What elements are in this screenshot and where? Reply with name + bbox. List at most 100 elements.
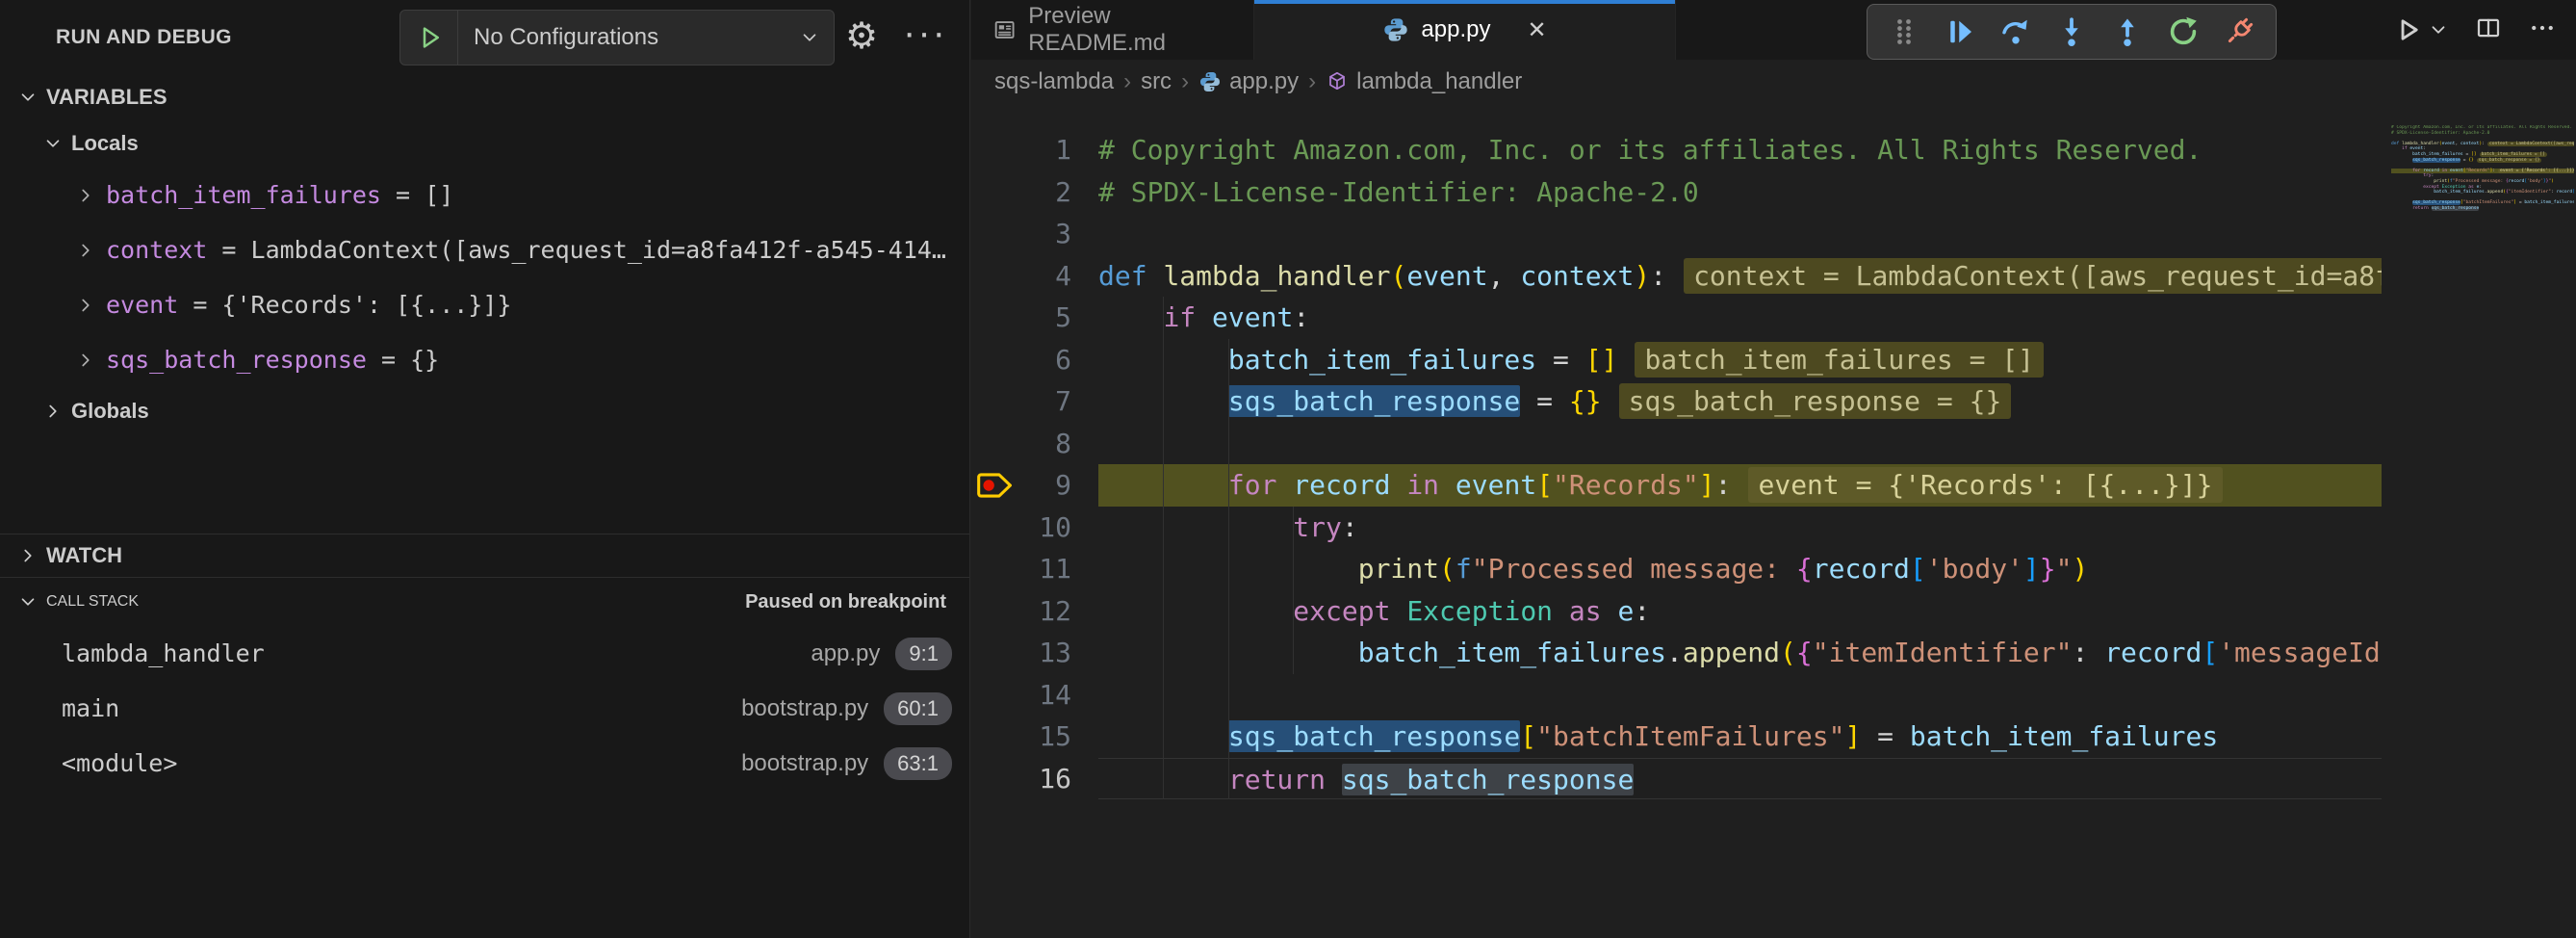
chevron-down-icon xyxy=(2428,19,2449,40)
inline-debug-value: sqs_batch_response = {} xyxy=(1619,383,2012,419)
line-number[interactable]: 16 xyxy=(971,758,1071,800)
watch-header-label: WATCH xyxy=(46,543,122,568)
locals-label: Locals xyxy=(71,131,139,156)
step-over-button[interactable] xyxy=(1993,9,2039,55)
code-line-16: 16 return sqs_batch_response xyxy=(971,758,2382,800)
variable-name: context xyxy=(106,236,207,264)
inline-debug-value: batch_item_failures = [] xyxy=(2480,152,2547,157)
code-line-10: 10 try: xyxy=(971,507,2382,549)
close-icon[interactable]: ✕ xyxy=(1527,16,1546,44)
call-stack-frame[interactable]: <module>bootstrap.py63:1 xyxy=(0,736,969,791)
inline-debug-value: batch_item_failures = [] xyxy=(1635,342,2044,378)
line-number[interactable]: 5 xyxy=(971,297,1071,339)
tab-bar: Preview README.md app.py ✕ xyxy=(971,0,2576,60)
frame-position-badge: 9:1 xyxy=(895,638,952,670)
breadcrumb-item-lambda-handler[interactable]: lambda_handler xyxy=(1326,68,1522,95)
split-editor-button[interactable] xyxy=(2474,13,2503,47)
variable-value: = {'Records': [{...}]} xyxy=(193,291,511,319)
chevron-right-icon: › xyxy=(1123,68,1131,95)
code-line-6: 6 batch_item_failures = []batch_item_fai… xyxy=(971,339,2382,381)
code-line-12: 12 except Exception as e: xyxy=(971,590,2382,633)
step-out-button[interactable] xyxy=(2104,9,2151,55)
breadcrumb-item-app-py[interactable]: app.py xyxy=(1198,68,1299,95)
line-number[interactable]: 14 xyxy=(971,674,1071,717)
code-line-8: 8 xyxy=(971,423,2382,465)
start-debug-icon[interactable] xyxy=(400,11,458,65)
more-actions-icon[interactable]: ··· xyxy=(903,4,947,62)
drag-handle-icon[interactable] xyxy=(1881,9,1927,55)
line-number[interactable]: 7 xyxy=(971,380,1071,423)
step-into-button[interactable] xyxy=(2048,9,2095,55)
call-stack-frames: lambda_handlerapp.py9:1mainbootstrap.py6… xyxy=(0,626,969,791)
python-icon xyxy=(1382,16,1409,43)
editor-actions xyxy=(2391,0,2576,60)
code-line-15: 15 sqs_batch_response["batchItemFailures… xyxy=(971,716,2382,758)
chevron-right-icon xyxy=(75,295,96,316)
debug-configuration-dropdown[interactable]: No Configurations xyxy=(399,10,835,65)
code-editor[interactable]: 1# Copyright Amazon.com, Inc. or its aff… xyxy=(971,104,2382,938)
indent-guide xyxy=(1228,339,1229,800)
variables-section: VARIABLES Locals batch_item_failures = [… xyxy=(0,75,969,534)
disconnect-button[interactable] xyxy=(2216,9,2262,55)
continue-button[interactable] xyxy=(1937,9,1983,55)
chevron-right-icon xyxy=(75,350,96,371)
breakpoint-current-line-icon[interactable] xyxy=(975,470,1014,501)
chevron-right-icon: › xyxy=(1181,68,1189,95)
code-line-9: 9 for record in event["Records"]:event =… xyxy=(971,464,2382,507)
line-number[interactable]: 8 xyxy=(971,423,1071,465)
line-number[interactable]: 3 xyxy=(971,213,1071,255)
more-actions-icon[interactable] xyxy=(2528,13,2557,47)
tab-preview-readme[interactable]: Preview README.md xyxy=(971,0,1254,60)
chevron-right-icon xyxy=(17,545,39,566)
code-line-1: 1# Copyright Amazon.com, Inc. or its aff… xyxy=(971,129,2382,171)
line-number[interactable]: 6 xyxy=(971,339,1071,381)
chevron-down-icon xyxy=(799,27,834,48)
run-python-file-button[interactable] xyxy=(2391,13,2449,46)
breadcrumb-item-sqs-lambda[interactable]: sqs-lambda xyxy=(994,68,1114,95)
watch-section-header[interactable]: WATCH xyxy=(0,534,969,577)
variable-name: sqs_batch_response xyxy=(106,346,367,374)
call-stack-section: CALL STACK Paused on breakpoint lambda_h… xyxy=(0,578,969,938)
line-number[interactable]: 2 xyxy=(971,171,1071,214)
editor-group: Preview README.md app.py ✕ xyxy=(971,0,2576,938)
line-number[interactable]: 15 xyxy=(971,716,1071,758)
preview-icon xyxy=(992,16,1017,43)
tab-app-py[interactable]: app.py ✕ xyxy=(1254,0,1676,60)
panel-title: RUN AND DEBUG xyxy=(56,26,232,49)
restart-button[interactable] xyxy=(2160,9,2206,55)
locals-scope[interactable]: Locals xyxy=(0,119,969,168)
line-number[interactable]: 12 xyxy=(971,590,1071,633)
minimap[interactable]: # Copyright Amazon.com, Inc. or its affi… xyxy=(2391,125,2574,212)
code-line-2: 2# SPDX-License-Identifier: Apache-2.0 xyxy=(971,171,2382,214)
code-line-13: 13 batch_item_failures.append({"itemIden… xyxy=(971,632,2382,674)
variable-row[interactable]: batch_item_failures = [] xyxy=(0,168,969,222)
frame-position-badge: 63:1 xyxy=(884,747,952,780)
symbol-method-icon xyxy=(1326,70,1349,93)
line-number[interactable]: 13 xyxy=(971,632,1071,674)
globals-scope[interactable]: Globals xyxy=(0,387,969,435)
inline-debug-value: event = {'Records': [{...}]} xyxy=(2498,169,2574,173)
variables-list: batch_item_failures = []context = Lambda… xyxy=(0,168,969,387)
vscode-window: RUN AND DEBUG No Configurations ⚙ ··· VA… xyxy=(0,0,2576,938)
play-icon xyxy=(2391,13,2424,46)
variable-row[interactable]: context = LambdaContext([aws_request_id=… xyxy=(0,222,969,277)
gear-icon[interactable]: ⚙ xyxy=(845,8,878,65)
line-number[interactable]: 10 xyxy=(971,507,1071,549)
call-stack-frame[interactable]: lambda_handlerapp.py9:1 xyxy=(0,626,969,681)
call-stack-header[interactable]: CALL STACK Paused on breakpoint xyxy=(0,578,969,626)
line-number[interactable]: 11 xyxy=(971,548,1071,590)
chevron-down-icon xyxy=(42,133,64,154)
debug-toolbar xyxy=(1867,4,2277,60)
variable-row[interactable]: sqs_batch_response = {} xyxy=(0,332,969,387)
line-number[interactable]: 4 xyxy=(971,255,1071,298)
variable-value: = {} xyxy=(381,346,439,374)
frame-function: main xyxy=(62,694,119,722)
inline-debug-value: sqs_batch_response = {} xyxy=(2477,158,2542,163)
indent-guide xyxy=(1293,507,1294,674)
call-stack-frame[interactable]: mainbootstrap.py60:1 xyxy=(0,681,969,736)
line-number[interactable]: 1 xyxy=(971,129,1071,171)
breadcrumb-item-src[interactable]: src xyxy=(1141,68,1172,95)
variables-header[interactable]: VARIABLES xyxy=(0,75,969,119)
variable-row[interactable]: event = {'Records': [{...}]} xyxy=(0,277,969,332)
python-icon xyxy=(1198,70,1222,93)
